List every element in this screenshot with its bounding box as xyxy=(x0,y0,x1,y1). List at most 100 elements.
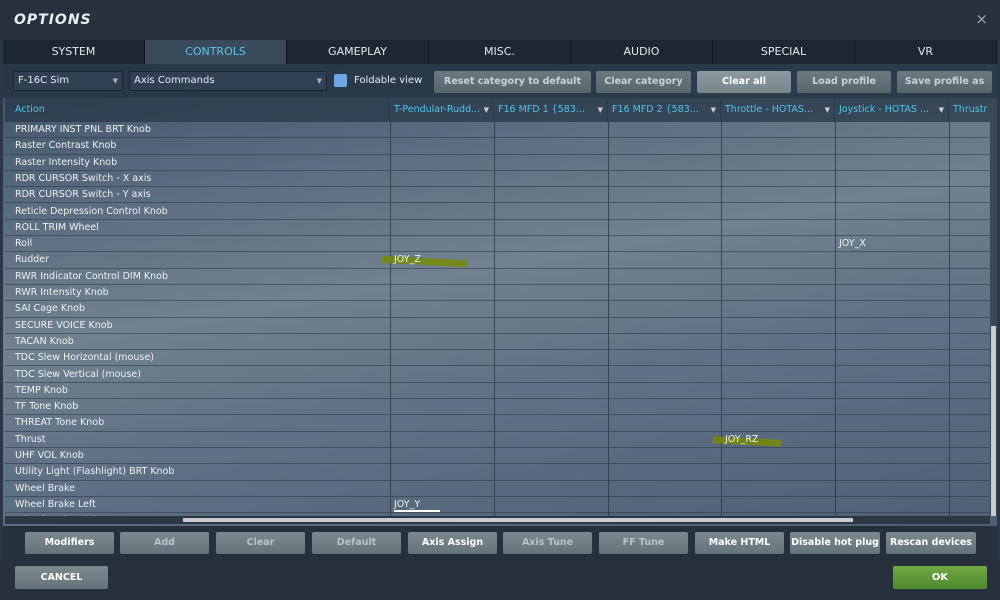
action-column-header[interactable]: Action xyxy=(5,98,390,122)
make-html-button[interactable]: Make HTML xyxy=(695,532,784,554)
binding-cell[interactable]: JOY_Z xyxy=(394,254,421,265)
scroll-thumb[interactable] xyxy=(183,518,853,522)
header-label: F16 MFD 1 {583... xyxy=(498,104,585,115)
add-button[interactable]: Add xyxy=(120,532,209,554)
action-name: Thrust xyxy=(15,433,46,445)
table-row[interactable]: THREAT Tone Knob xyxy=(5,415,990,432)
rescan-devices-button[interactable]: Rescan devices xyxy=(886,532,976,554)
binding-cell[interactable]: JOY_Y xyxy=(394,499,441,512)
save-profile-as-button[interactable]: Save profile as xyxy=(897,71,992,93)
action-name: TEMP Knob xyxy=(15,384,68,396)
header-label: T-Pendular-Rudd... xyxy=(394,104,481,115)
header-label: Throttle - HOTAS... xyxy=(725,104,814,115)
table-row[interactable]: RDR CURSOR Switch - X axis xyxy=(5,171,990,188)
table-row[interactable]: SECURE VOICE Knob xyxy=(5,318,990,334)
action-name: TDC Slew Horizontal (mouse) xyxy=(15,352,154,364)
table-row[interactable]: TDC Slew Horizontal (mouse) xyxy=(5,350,990,367)
header-label: Joystick - HOTAS ... xyxy=(839,104,930,115)
tab-misc[interactable]: MISC. xyxy=(429,40,571,64)
close-icon[interactable]: × xyxy=(975,10,988,28)
header-label: F16 MFD 2 {583... xyxy=(612,104,699,115)
tab-special[interactable]: SPECIAL xyxy=(713,40,855,64)
table-row[interactable]: TACAN Knob xyxy=(5,334,990,351)
table-row[interactable]: TEMP Knob xyxy=(5,383,990,400)
action-name: PRIMARY INST PNL BRT Knob xyxy=(15,124,151,135)
action-name: RDR CURSOR Switch - X axis xyxy=(15,172,152,184)
aircraft-select[interactable]: F-16C Sim ▼ xyxy=(13,71,123,91)
action-name: RWR Intensity Knob xyxy=(15,287,109,298)
action-name: SECURE VOICE Knob xyxy=(15,319,113,331)
tab-audio[interactable]: AUDIO xyxy=(571,40,713,64)
device-column-header[interactable]: T-Pendular-Rudd... ▼ xyxy=(390,98,494,122)
bindings-grid: Action T-Pendular-Rudd... ▼ F16 MFD 1 {583.… xyxy=(5,98,990,516)
controls-panel: F-16C Sim ▼ Axis Commands ▼ Foldable view … xyxy=(3,64,997,526)
load-profile-button[interactable]: Load profile xyxy=(797,71,891,93)
scroll-thumb[interactable] xyxy=(991,326,996,516)
title-bar: OPTIONS × xyxy=(0,0,1000,40)
device-column-header[interactable]: F16 MFD 2 {583... ▼ xyxy=(608,98,721,122)
table-row[interactable]: Roll JOY_X xyxy=(5,236,990,253)
chevron-down-icon[interactable]: ▼ xyxy=(939,98,944,122)
table-row[interactable]: Raster Intensity Knob xyxy=(5,155,990,171)
table-row[interactable]: UHF VOL Knob xyxy=(5,448,990,465)
device-column-header[interactable]: F16 MFD 1 {583... ▼ xyxy=(494,98,608,122)
axis-tune-button[interactable]: Axis Tune xyxy=(503,532,592,554)
device-column-header[interactable]: Thrustr xyxy=(949,98,990,122)
action-name: TF Tone Knob xyxy=(15,401,79,413)
foldable-view-checkbox[interactable] xyxy=(334,74,347,87)
clear-category-button[interactable]: Clear category xyxy=(596,71,691,93)
disable-hot-plug-button[interactable]: Disable hot plug xyxy=(790,532,880,554)
toolbar: F-16C Sim ▼ Axis Commands ▼ Foldable view … xyxy=(3,64,997,98)
device-column-header[interactable]: Throttle - HOTAS... ▼ xyxy=(721,98,835,122)
chevron-down-icon[interactable]: ▼ xyxy=(484,98,489,122)
clear-button[interactable]: Clear xyxy=(216,532,305,554)
tab-system[interactable]: SYSTEM xyxy=(3,40,145,64)
tab-controls[interactable]: CONTROLS xyxy=(145,40,287,64)
reset-category-button[interactable]: Reset category to default xyxy=(434,71,591,93)
table-row[interactable]: Utility Light (Flashlight) BRT Knob xyxy=(5,464,990,481)
category-value: Axis Commands xyxy=(134,75,215,86)
horizontal-scrollbar[interactable] xyxy=(5,516,990,524)
action-name: Reticle Depression Control Knob xyxy=(15,205,168,217)
table-row[interactable]: SAI Cage Knob xyxy=(5,301,990,318)
table-row[interactable]: Reticle Depression Control Knob xyxy=(5,204,990,220)
action-name: TDC Slew Vertical (mouse) xyxy=(15,368,141,380)
binding-cell[interactable]: JOY_X xyxy=(839,238,866,249)
table-row[interactable]: TF Tone Knob xyxy=(5,399,990,416)
table-row[interactable]: Thrust JOY_RZ xyxy=(5,432,990,448)
axis-assign-button[interactable]: Axis Assign xyxy=(408,532,497,554)
ok-button[interactable]: OK xyxy=(893,566,987,589)
table-row[interactable]: RWR Intensity Knob xyxy=(5,285,990,302)
table-row[interactable]: Wheel Brake Left JOY_Y xyxy=(5,497,990,514)
action-name: Raster Intensity Knob xyxy=(15,156,118,168)
binding-cell[interactable]: JOY_RZ xyxy=(725,434,758,445)
window-title: OPTIONS xyxy=(14,12,92,28)
action-name: Roll xyxy=(15,238,33,250)
tab-vr[interactable]: VR xyxy=(855,40,997,64)
table-row[interactable]: Wheel Brake xyxy=(5,481,990,497)
chevron-down-icon[interactable]: ▼ xyxy=(598,98,603,122)
table-row[interactable]: RWR Indicator Control DIM Knob xyxy=(5,269,990,285)
action-name: THREAT Tone Knob xyxy=(15,417,105,429)
modifiers-button[interactable]: Modifiers xyxy=(25,532,114,554)
vertical-scrollbar[interactable] xyxy=(990,98,997,516)
action-name: Utility Light (Flashlight) BRT Knob xyxy=(15,466,175,478)
table-row[interactable]: PRIMARY INST PNL BRT Knob xyxy=(5,122,990,139)
table-row[interactable]: Rudder JOY_Z xyxy=(5,252,990,269)
cancel-button[interactable]: CANCEL xyxy=(15,566,108,589)
default-button[interactable]: Default xyxy=(312,532,401,554)
table-row[interactable]: RDR CURSOR Switch - Y axis xyxy=(5,187,990,204)
category-select[interactable]: Axis Commands ▼ xyxy=(129,71,327,91)
ff-tune-button[interactable]: FF Tune xyxy=(599,532,688,554)
tab-gameplay[interactable]: GAMEPLAY xyxy=(287,40,429,64)
action-name: Wheel Brake Left xyxy=(15,498,96,510)
grid-header: Action T-Pendular-Rudd... ▼ F16 MFD 1 {583.… xyxy=(5,98,990,122)
table-row[interactable]: Raster Contrast Knob xyxy=(5,138,990,155)
table-row[interactable]: ROLL TRIM Wheel xyxy=(5,220,990,237)
device-column-header[interactable]: Joystick - HOTAS ... ▼ xyxy=(835,98,949,122)
table-row[interactable]: TDC Slew Vertical (mouse) xyxy=(5,367,990,383)
clear-all-button[interactable]: Clear all xyxy=(697,71,791,93)
chevron-down-icon[interactable]: ▼ xyxy=(711,98,716,122)
footer xyxy=(0,560,1000,600)
chevron-down-icon[interactable]: ▼ xyxy=(825,98,830,122)
